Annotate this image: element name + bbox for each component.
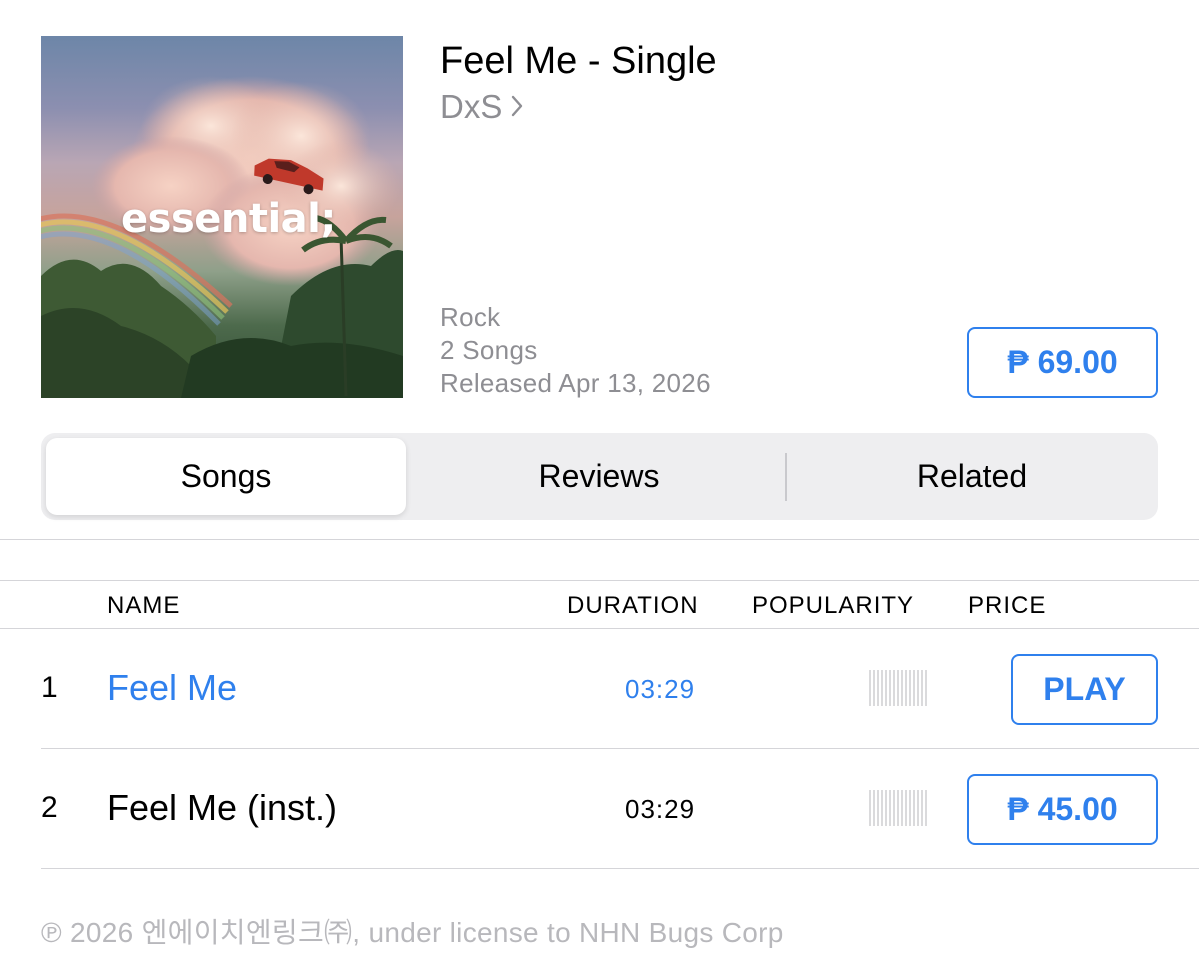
tab-related[interactable]: Related [786,433,1158,520]
segmented-control: Songs Reviews Related [41,433,1158,520]
divider [41,868,1199,869]
artist-link[interactable]: DxS [440,88,524,126]
popularity-bars-icon [868,790,928,826]
album-artwork[interactable]: essential; [41,36,403,398]
table-row[interactable]: 2 Feel Me (inst.) 03:29 ₱ 45.00 [0,749,1199,868]
album-genre: Rock [440,302,501,332]
tab-reviews[interactable]: Reviews [413,433,785,520]
divider [0,539,1199,540]
track-number: 1 [41,671,58,704]
artist-name: DxS [440,88,503,125]
copyright-notice: ℗ 2026 엔에이치엔링크㈜, under license to NHN Bu… [41,917,784,948]
tab-songs[interactable]: Songs [46,438,406,515]
buy-album-button[interactable]: ₱ 69.00 [967,327,1158,398]
divider [0,580,1199,581]
album-art-wordmark: essential; [121,196,336,242]
buy-track-button[interactable]: ₱ 45.00 [967,774,1158,845]
table-row[interactable]: 1 Feel Me 03:29 PLAY [0,629,1199,748]
track-duration: 03:29 [625,674,696,704]
column-header-popularity[interactable]: POPULARITY [752,592,914,620]
column-header-duration[interactable]: DURATION [567,592,699,620]
album-release-date: Released Apr 13, 2026 [440,368,711,398]
track-duration: 03:29 [625,794,696,824]
popularity-bars-icon [868,670,928,706]
track-name[interactable]: Feel Me (inst.) [107,787,337,829]
play-button[interactable]: PLAY [1011,654,1158,725]
album-song-count: 2 Songs [440,335,538,365]
track-name[interactable]: Feel Me [107,667,237,709]
album-title: Feel Me - Single [440,40,717,82]
track-number: 2 [41,791,58,824]
column-header-name[interactable]: NAME [107,592,180,620]
chevron-right-icon [510,88,524,126]
column-header-price[interactable]: PRICE [968,592,1046,620]
